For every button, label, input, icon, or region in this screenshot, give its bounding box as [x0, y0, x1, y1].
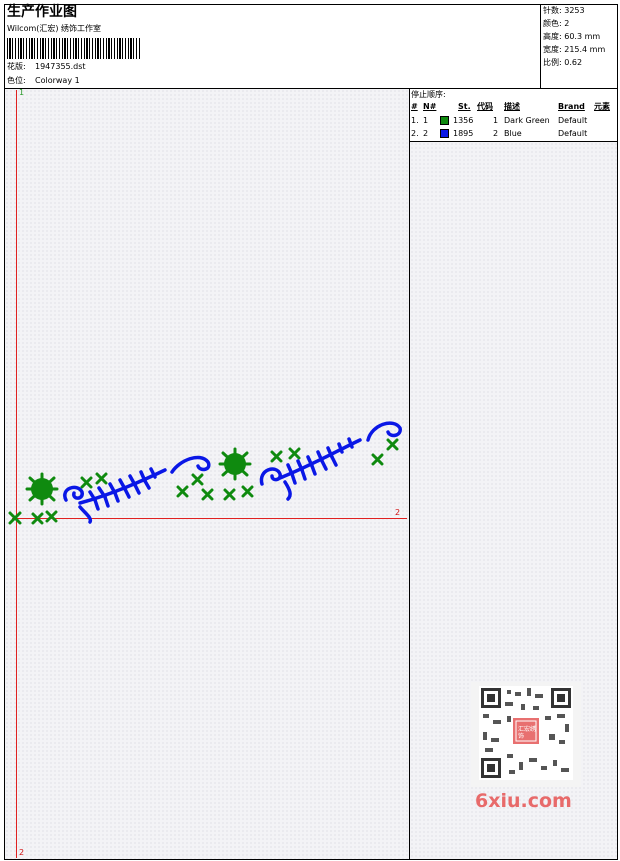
color-swatch-dark-green: [440, 116, 449, 125]
col-header-code: 代码: [477, 102, 493, 111]
col-header-brand: Brand: [558, 102, 585, 111]
table-row-2-description: Blue: [504, 129, 522, 138]
table-row-2-needle: 2: [423, 129, 429, 138]
col-header-description: 描述: [504, 102, 520, 111]
table-row-2-code: 2: [493, 129, 499, 138]
col-header-index: #: [411, 102, 418, 111]
table-row-2-index: 2.: [411, 129, 419, 138]
col-header-element: 元素: [594, 102, 610, 111]
table-row-1-code: 1: [493, 116, 499, 125]
col-header-needle: N#: [423, 102, 437, 111]
col-header-stitches: St.: [458, 102, 471, 111]
color-swatch-blue: [440, 129, 449, 138]
seal-text: 汇宏绣饰: [518, 726, 537, 740]
table-row-1-needle: 1: [423, 116, 429, 125]
table-row-2-stitches: 1895: [453, 129, 474, 138]
table-row-1-brand: Default: [558, 116, 588, 125]
table-row-1-stitches: 1356: [453, 116, 474, 125]
site-watermark: 6xiu.com: [475, 790, 572, 812]
stop-sequence-title: 停止顺序:: [411, 90, 446, 99]
table-row-2-brand: Default: [558, 129, 588, 138]
qr-code-watermark: 汇宏绣饰: [471, 682, 581, 787]
table-row-1-index: 1.: [411, 116, 419, 125]
table-row-1-description: Dark Green: [504, 116, 550, 125]
